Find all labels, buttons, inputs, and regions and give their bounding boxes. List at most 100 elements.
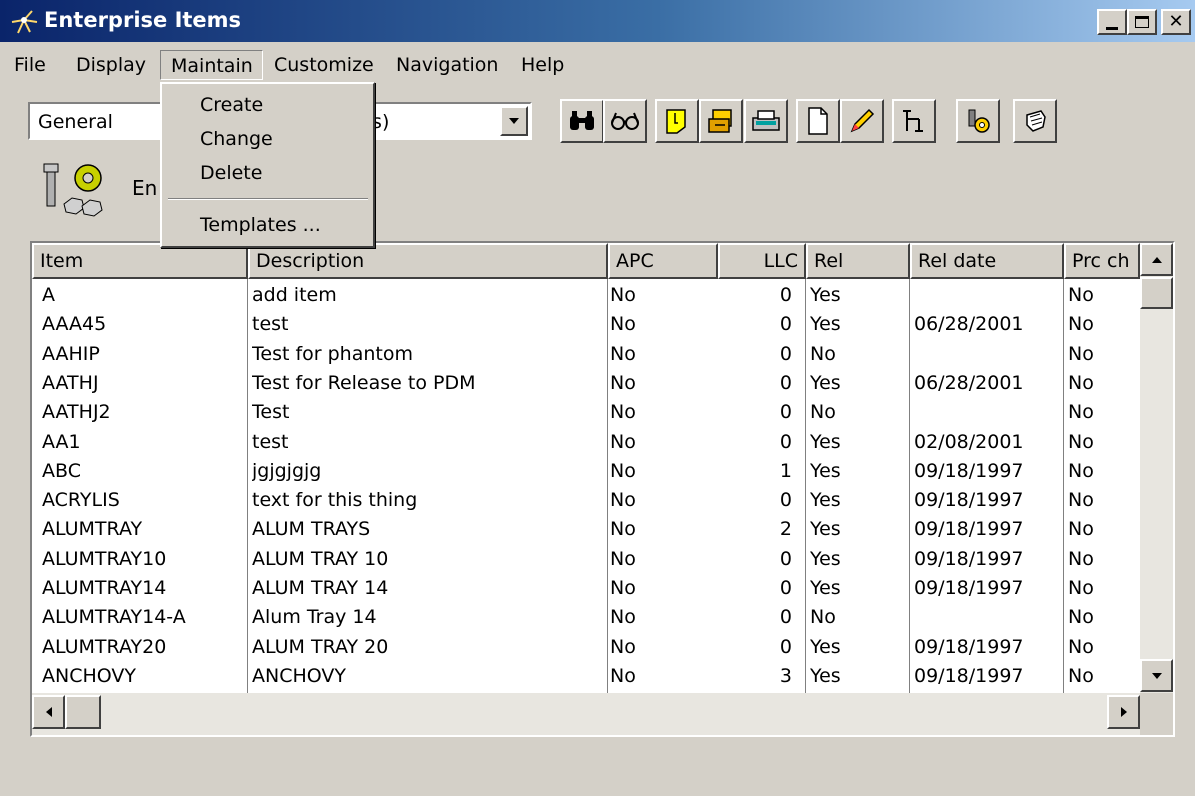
cell-rel: Yes — [810, 577, 841, 599]
table-row[interactable]: ALUMTRAY14-A Alum Tray 14 No 0 No No — [32, 603, 1142, 632]
binoculars-icon — [570, 111, 594, 130]
menu-navigation[interactable]: Navigation — [390, 50, 504, 80]
cell-rel: Yes — [810, 635, 841, 658]
items-grid[interactable]: Item Description APC LLC Rel Rel date Pr… — [30, 241, 1175, 737]
vertical-scrollbar[interactable] — [1140, 243, 1173, 693]
pencil-icon — [850, 108, 875, 133]
horizontal-scroll-thumb[interactable] — [65, 695, 101, 729]
column-header-rel[interactable]: Rel — [806, 243, 910, 279]
find-button[interactable] — [560, 99, 604, 143]
edit-form-button[interactable] — [699, 99, 743, 143]
scroll-right-button[interactable] — [1107, 695, 1140, 729]
menu-file[interactable]: File — [8, 50, 52, 80]
print-icon — [752, 110, 780, 131]
parts-button[interactable] — [956, 99, 1000, 143]
cell-llc: 0 — [779, 547, 792, 570]
edit-button[interactable] — [840, 99, 884, 143]
scroll-left-button[interactable] — [32, 695, 65, 729]
cell-rel-date: 09/18/1997 — [914, 577, 1024, 599]
maximize-button[interactable] — [1127, 9, 1157, 35]
menu-item-change[interactable]: Change — [200, 128, 273, 150]
cell-rel-date: 09/18/1997 — [914, 664, 1024, 687]
cell-apc: No — [610, 518, 636, 541]
cell-item: AAA45 — [42, 313, 107, 336]
cell-prc-chg: No — [1068, 371, 1094, 394]
print-button[interactable] — [744, 99, 788, 143]
cell-item: ABC — [42, 459, 81, 482]
column-header-rel-date[interactable]: Rel date — [910, 243, 1064, 279]
cell-item: ALUMTRAY10 — [42, 547, 167, 570]
table-row[interactable]: AA1 test No 0 Yes 02/08/2001 No — [32, 428, 1142, 457]
scroll-up-button[interactable] — [1140, 243, 1173, 276]
menu-help[interactable]: Help — [515, 50, 570, 80]
window-title: Enterprise Items — [44, 8, 242, 32]
note-button[interactable] — [655, 99, 699, 143]
cell-apc: No — [610, 606, 636, 629]
cell-item: A — [42, 284, 55, 306]
menu-item-create[interactable]: Create — [200, 94, 263, 116]
cell-rel-date: 02/08/2001 — [914, 430, 1024, 453]
cell-description: ALUM TRAY 14 — [252, 577, 389, 599]
cell-apc: No — [610, 313, 636, 336]
column-header-prc-chg[interactable]: Prc ch — [1064, 243, 1140, 279]
view-select-dropdown-button[interactable] — [500, 106, 528, 136]
column-header-llc[interactable]: LLC — [718, 243, 806, 279]
new-button[interactable] — [796, 99, 840, 143]
table-row[interactable]: AATHJ2 Test No 0 No No — [32, 398, 1142, 427]
scroll-down-button[interactable] — [1140, 659, 1173, 692]
close-button[interactable]: ✕ — [1161, 9, 1191, 35]
menu-display[interactable]: Display — [70, 50, 152, 80]
column-header-description[interactable]: Description — [248, 243, 608, 279]
menu-item-delete[interactable]: Delete — [200, 162, 262, 184]
cell-llc: 0 — [779, 313, 792, 336]
cell-prc-chg: No — [1068, 489, 1094, 512]
table-row[interactable]: ACRYLIS text for this thing No 0 Yes 09/18/19… — [32, 486, 1142, 515]
table-row[interactable]: ALUMTRAY ALUM TRAYS No 2 Yes 09/18/1997 No — [32, 515, 1142, 544]
cell-apc: No — [610, 430, 636, 453]
minimize-button[interactable] — [1097, 9, 1127, 35]
horizontal-scrollbar[interactable] — [32, 693, 1140, 735]
cell-rel-date: 06/28/2001 — [914, 371, 1024, 394]
note-icon — [666, 109, 686, 134]
table-row[interactable]: ALUMTRAY14 ALUM TRAY 14 No 0 Yes 09/18/1997 No — [32, 574, 1142, 603]
title-bar[interactable]: Enterprise Items ✕ — [0, 0, 1195, 42]
table-row[interactable]: ABC jgjgjgjg No 1 Yes 09/18/1997 No — [32, 457, 1142, 486]
cell-description: Test for phantom — [252, 342, 413, 365]
table-row[interactable]: ALUMTRAY20 ALUM TRAY 20 No 0 Yes 09/18/1997 No — [32, 633, 1142, 662]
cell-apc: No — [610, 577, 636, 599]
table-row[interactable]: AAHIP Test for phantom No 0 No No — [32, 340, 1142, 369]
vertical-scroll-thumb[interactable] — [1140, 277, 1173, 309]
menu-separator — [168, 198, 368, 200]
cell-rel-date — [914, 603, 1060, 632]
cell-item: ALUMTRAY — [42, 518, 143, 541]
table-row[interactable]: ALUMTRAY10 ALUM TRAY 10 No 0 Yes 09/18/1997 No — [32, 545, 1142, 574]
cell-prc-chg: No — [1068, 518, 1094, 541]
glasses-icon — [611, 112, 639, 130]
column-header-apc[interactable]: APC — [608, 243, 718, 279]
cell-rel-date — [914, 281, 1060, 310]
menu-customize[interactable]: Customize — [268, 50, 380, 80]
cell-rel-date — [914, 398, 1060, 427]
table-row[interactable]: AAA45 test No 0 Yes 06/28/2001 No — [32, 310, 1142, 339]
cell-prc-chg: No — [1068, 635, 1094, 658]
cell-rel: Yes — [810, 284, 841, 306]
cell-apc: No — [610, 401, 636, 424]
column-header-item[interactable]: Item — [32, 243, 248, 279]
menu-maintain[interactable]: Maintain — [160, 50, 263, 80]
cell-apc: No — [610, 371, 636, 394]
app-icon — [11, 10, 38, 34]
table-row[interactable]: AATHJ Test for Release to PDM No 0 Yes 06/28/… — [32, 369, 1142, 398]
hand-icon — [1026, 110, 1046, 132]
table-row[interactable]: ANCHOVY ANCHOVY No 3 Yes 09/18/1997 No — [32, 662, 1142, 691]
menu-item-templates[interactable]: Templates ... — [200, 214, 321, 236]
cell-rel: Yes — [810, 430, 841, 453]
hand-button[interactable] — [1013, 99, 1057, 143]
cell-description: ANCHOVY — [252, 664, 346, 687]
cell-apc: No — [610, 342, 636, 365]
structure-button[interactable] — [892, 99, 936, 143]
cell-llc: 0 — [779, 577, 792, 599]
view-button[interactable] — [603, 99, 647, 143]
cell-prc-chg: No — [1068, 459, 1094, 482]
table-row[interactable]: Aadd item No 0 Yes No — [32, 281, 1142, 310]
cell-rel: Yes — [810, 313, 841, 336]
